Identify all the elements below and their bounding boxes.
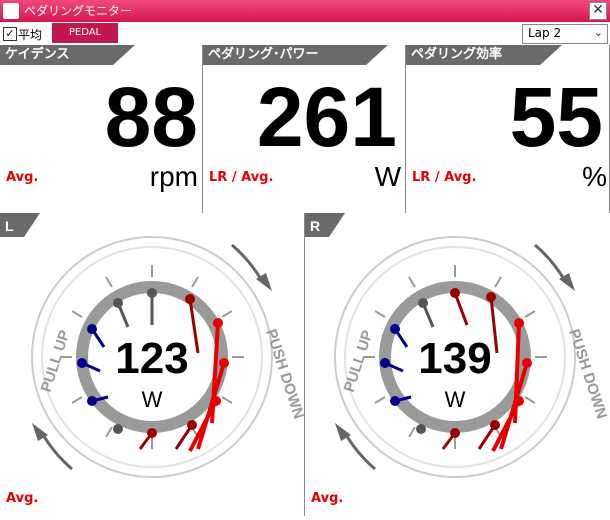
cadence-panel: ケイデンス 88 rpm Avg.	[0, 45, 203, 214]
brand-logo-text: PEDAL	[68, 27, 102, 38]
close-button[interactable]: ✕	[589, 2, 607, 20]
left-marker-dot	[187, 420, 197, 430]
right-marker-dot	[486, 292, 496, 302]
left-arrow-top-arc	[231, 243, 264, 282]
left-gauge: L PULL UP PUSH DOWN 123 W	[0, 213, 307, 478]
left-arrow-bottom-arc	[40, 432, 73, 471]
left-marker-dot	[219, 358, 229, 368]
power-label: ペダリング･パワー	[208, 47, 319, 62]
power-avg-label: LR / Avg.	[209, 170, 274, 185]
left-marker-dot	[147, 288, 157, 298]
title-bar: ペダリングモニター ✕	[0, 0, 610, 22]
power-value: 261	[256, 70, 397, 164]
chevron-down-icon: ⌄	[593, 26, 603, 39]
efficiency-header-wedge	[540, 45, 562, 65]
app-logo-icon	[3, 3, 19, 19]
left-gauge-avg-label: Avg.	[6, 491, 39, 506]
right-marker-dot	[514, 396, 524, 406]
efficiency-header: ペダリング効率	[406, 45, 540, 65]
power-header-wedge	[366, 45, 388, 65]
left-push-down-label: PUSH DOWN	[262, 327, 304, 421]
right-marker-dot	[390, 324, 400, 334]
left-marker-dot	[211, 396, 221, 406]
average-checkbox-label: 平均	[18, 28, 43, 42]
right-gauge-value: 139	[418, 334, 491, 383]
average-checkbox[interactable]: ✓	[3, 27, 17, 41]
power-header: ペダリング･パワー	[203, 45, 366, 65]
right-gauge-panel: R PULL UP PUSH DOWN 139 W Avg.	[305, 213, 610, 516]
left-marker-dot	[147, 428, 157, 438]
right-marker-dot	[522, 358, 532, 368]
left-marker-dot	[87, 324, 97, 334]
window-title: ペダリングモニター	[24, 4, 133, 18]
left-marker-dot	[113, 298, 123, 308]
right-marker-dot	[380, 358, 390, 368]
right-marker-dot	[450, 428, 460, 438]
right-marker-dot	[416, 424, 426, 434]
right-marker-dot	[390, 396, 400, 406]
right-marker	[453, 292, 469, 326]
brand-logo: PEDAL	[52, 23, 118, 43]
left-marker-dot	[77, 358, 87, 368]
right-arrow-bottom-arc	[343, 432, 376, 471]
cadence-header-wedge	[113, 45, 135, 65]
right-marker-dot	[450, 288, 460, 298]
cadence-unit: rpm	[149, 161, 198, 192]
left-gauge-panel: L PULL UP PUSH DOWN 123 W Avg.	[0, 213, 307, 516]
left-gauge-value: 123	[115, 334, 188, 383]
efficiency-panel: ペダリング効率 55 % LR / Avg.	[406, 45, 610, 214]
cadence-avg-label: Avg.	[6, 170, 39, 185]
power-panel: ペダリング･パワー 261 W LR / Avg.	[203, 45, 406, 214]
efficiency-unit: %	[582, 161, 607, 192]
left-marker-dot	[213, 318, 223, 328]
left-marker-dot	[185, 294, 195, 304]
efficiency-value: 55	[509, 70, 603, 164]
cadence-label: ケイデンス	[5, 47, 70, 62]
right-push-down-label: PUSH DOWN	[565, 327, 609, 421]
efficiency-avg-label: LR / Avg.	[412, 170, 477, 185]
right-side-label: R	[310, 218, 320, 234]
left-gauge-unit: W	[142, 387, 163, 412]
right-gauge-avg-label: Avg.	[311, 491, 344, 506]
cadence-header: ケイデンス	[0, 45, 113, 65]
right-marker-dot	[514, 318, 524, 328]
right-arrow-top-arc	[534, 243, 567, 282]
power-unit: W	[374, 161, 401, 192]
lap-select[interactable]: Lap 2 ⌄	[522, 24, 608, 44]
left-side-label: L	[5, 218, 14, 234]
right-gauge: R PULL UP PUSH DOWN 139 W	[305, 213, 610, 478]
toolbar: ✓ 平均 PEDAL Lap 2 ⌄	[0, 22, 610, 45]
left-marker-dot	[87, 396, 97, 406]
efficiency-label: ペダリング効率	[411, 47, 503, 62]
right-marker-dot	[490, 420, 500, 430]
left-marker-dot	[113, 424, 123, 434]
cadence-value: 88	[104, 70, 198, 164]
right-marker-dot	[418, 298, 428, 308]
right-gauge-unit: W	[445, 387, 466, 412]
lap-select-value: Lap 2	[528, 26, 562, 40]
